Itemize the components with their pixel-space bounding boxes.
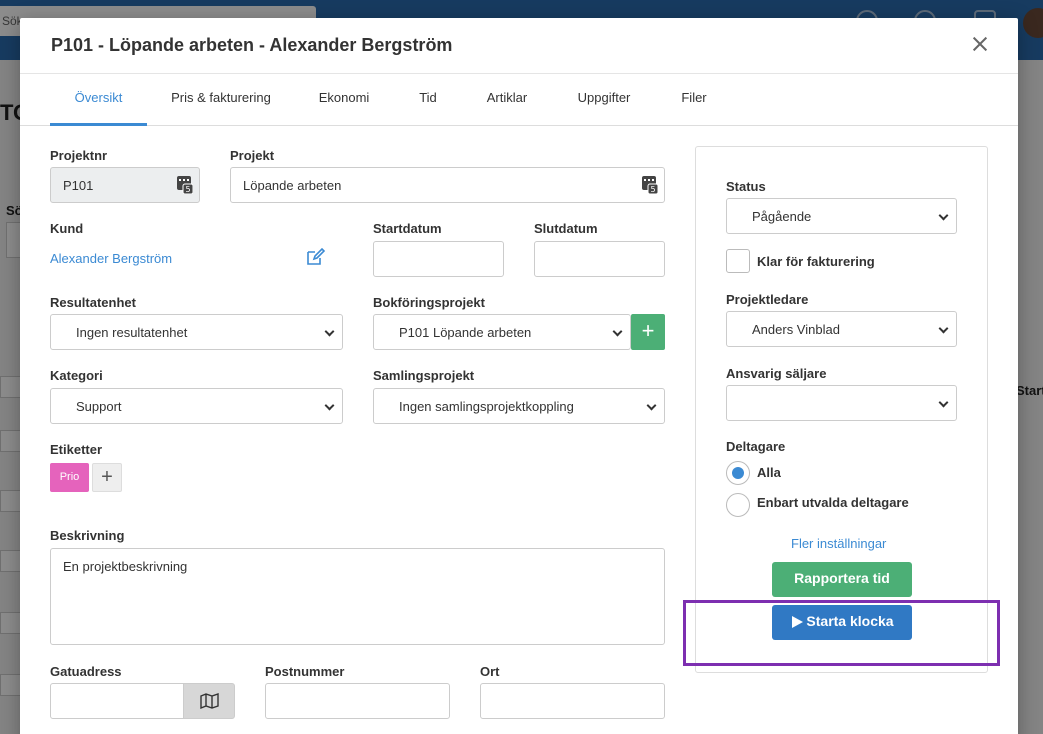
postnummer-label: Postnummer: [265, 664, 345, 679]
beskrivning-textarea[interactable]: En projektbeskrivning: [50, 548, 665, 645]
ansvarig-saljare-label: Ansvarig säljare: [726, 366, 827, 381]
projektledare-select[interactable]: Anders Vinblad: [726, 311, 957, 347]
map-button[interactable]: [183, 683, 235, 719]
deltagare-option-utvalda: Enbart utvalda deltagare: [757, 495, 909, 510]
tab-uppgifter[interactable]: Uppgifter: [568, 74, 640, 126]
kategori-value: Support: [76, 399, 122, 414]
ort-field[interactable]: [480, 683, 665, 719]
tab-tid[interactable]: Tid: [410, 74, 446, 126]
bokforingsprojekt-value: P101 Löpande arbeten: [399, 325, 532, 340]
slutdatum-field[interactable]: [534, 241, 665, 277]
ort-label: Ort: [480, 664, 500, 679]
status-value: Pågående: [752, 209, 812, 224]
svg-text:5: 5: [185, 185, 190, 194]
map-icon: [200, 693, 219, 709]
deltagare-radio-utvalda[interactable]: [726, 493, 750, 517]
status-select[interactable]: Pågående: [726, 198, 957, 234]
chevron-down-icon: [938, 323, 949, 334]
svg-text:5: 5: [650, 185, 655, 194]
tab-pris-fakturering[interactable]: Pris & fakturering: [160, 74, 282, 126]
chevron-down-icon: [938, 397, 949, 408]
add-bokforingsprojekt-button[interactable]: +: [631, 314, 665, 350]
status-label: Status: [726, 179, 766, 194]
report-time-button[interactable]: Rapportera tid: [772, 562, 912, 597]
projektnr-value: P101: [63, 178, 94, 193]
projekt-label: Projekt: [230, 148, 275, 163]
startdatum-label: Startdatum: [373, 221, 442, 236]
bokforingsprojekt-label: Bokföringsprojekt: [373, 295, 485, 310]
samlingsprojekt-select[interactable]: Ingen samlingsprojektkoppling: [373, 388, 665, 424]
klar-for-fakturering-label: Klar för fakturering: [757, 254, 875, 269]
projekt-field[interactable]: Löpande arbeten 5: [230, 167, 665, 203]
gatuadress-label: Gatuadress: [50, 664, 122, 679]
projektledare-value: Anders Vinblad: [752, 322, 840, 337]
projektnr-label: Projektnr: [50, 148, 108, 163]
modal-header: P101 - Löpande arbeten - Alexander Bergs…: [20, 18, 1018, 74]
tab-filer[interactable]: Filer: [674, 74, 714, 126]
beskrivning-label: Beskrivning: [50, 528, 125, 543]
deltagare-option-alla: Alla: [757, 465, 781, 480]
chevron-down-icon: [324, 400, 335, 411]
tag-prio[interactable]: Prio: [50, 463, 89, 492]
deltagare-label: Deltagare: [726, 439, 786, 454]
kund-label: Kund: [50, 221, 84, 236]
resultatenhet-select[interactable]: Ingen resultatenhet: [50, 314, 343, 350]
tab-bar: Översikt Pris & fakturering Ekonomi Tid …: [20, 74, 1018, 126]
kund-link[interactable]: Alexander Bergström: [50, 251, 172, 266]
more-settings-link[interactable]: Fler inställningar: [791, 536, 886, 551]
startdatum-field[interactable]: [373, 241, 504, 277]
resultatenhet-label: Resultatenhet: [50, 295, 136, 310]
modal-title: P101 - Löpande arbeten - Alexander Bergs…: [51, 35, 453, 55]
gatuadress-field[interactable]: [50, 683, 184, 719]
projekt-value: Löpande arbeten: [243, 178, 342, 193]
number-series-icon[interactable]: 5: [642, 176, 658, 194]
chevron-down-icon: [324, 326, 335, 337]
tab-artiklar[interactable]: Artiklar: [479, 74, 535, 126]
add-tag-button[interactable]: +: [92, 463, 122, 492]
samlingsprojekt-value: Ingen samlingsprojektkoppling: [399, 399, 574, 414]
chevron-down-icon: [612, 326, 623, 337]
kategori-label: Kategori: [50, 368, 103, 383]
ansvarig-saljare-select[interactable]: [726, 385, 957, 421]
bokforingsprojekt-select[interactable]: P101 Löpande arbeten: [373, 314, 631, 350]
samlingsprojekt-label: Samlingsprojekt: [373, 368, 475, 383]
tab-oversikt[interactable]: Översikt: [50, 74, 147, 126]
deltagare-radio-alla[interactable]: [726, 461, 750, 485]
tab-ekonomi[interactable]: Ekonomi: [310, 74, 378, 126]
projektledare-label: Projektledare: [726, 292, 809, 307]
highlight-frame: [683, 600, 1000, 666]
close-icon[interactable]: [970, 34, 990, 54]
slutdatum-label: Slutdatum: [534, 221, 598, 236]
etiketter-label: Etiketter: [50, 442, 103, 457]
number-series-icon[interactable]: 5: [177, 176, 193, 194]
chevron-down-icon: [646, 400, 657, 411]
postnummer-field[interactable]: [265, 683, 450, 719]
kategori-select[interactable]: Support: [50, 388, 343, 424]
edit-icon[interactable]: [306, 248, 326, 266]
chevron-down-icon: [938, 210, 949, 221]
klar-for-fakturering-checkbox[interactable]: [726, 249, 750, 273]
projektnr-field[interactable]: P101 5: [50, 167, 200, 203]
resultatenhet-value: Ingen resultatenhet: [76, 325, 188, 340]
